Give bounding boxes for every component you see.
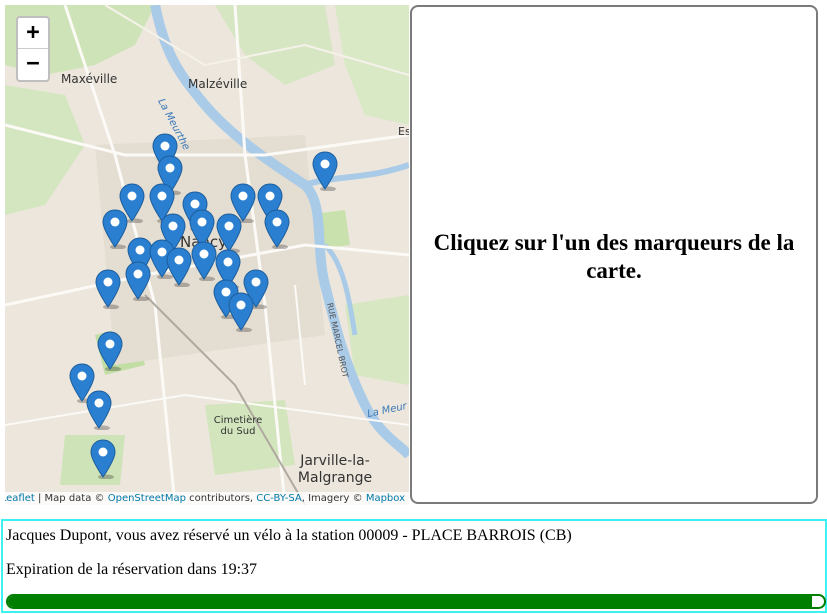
label-malzeville: Malzéville [188,77,248,91]
station-marker[interactable] [90,439,116,480]
station-marker[interactable] [125,261,151,302]
map[interactable]: Maxéville Malzéville La Meurthe Es Nancy… [5,5,409,505]
mapbox-link[interactable]: Mapbox [366,493,405,504]
station-marker[interactable] [216,213,242,254]
station-marker[interactable] [312,151,338,192]
reservation-progress-bar [6,594,826,609]
reservation-expiration: Expiration de la réservation dans 19:37 [6,561,258,578]
label-maxeville: Maxéville [61,72,118,86]
map-data-text: | Map data © [37,493,105,504]
station-info-panel: Cliquez sur l'un des marqueurs de la car… [410,5,818,504]
contributors-text: contributors, [189,493,254,504]
station-marker[interactable] [228,292,254,333]
zoom-control: + − [16,16,50,82]
station-marker[interactable] [95,269,121,310]
leaflet-link[interactable]: Leaflet [5,493,35,504]
station-marker[interactable] [102,209,128,250]
license-link[interactable]: CC-BY-SA [256,493,301,504]
station-marker[interactable] [166,247,192,288]
panel-instruction: Cliquez sur l'un des marqueurs de la car… [433,230,795,283]
map-attribution: Leaflet | Map data © OpenStreetMap contr… [5,492,409,505]
label-cimetiere-du-sud: Cimetière du Sud [213,415,263,437]
label-essey: Es [398,125,409,138]
station-marker[interactable] [97,331,123,372]
station-marker[interactable] [191,241,217,282]
label-jarville: Jarville-la-Malgrange [297,453,373,486]
osm-link[interactable]: OpenStreetMap [108,493,186,504]
reservation-message: Jacques Dupont, vous avez réservé un vél… [6,527,572,544]
zoom-out-button[interactable]: − [18,48,48,79]
station-marker[interactable] [86,390,112,431]
reservation-progress-fill [8,596,812,607]
imagery-text: , Imagery © [301,493,363,504]
station-marker[interactable] [264,209,290,250]
reservation-box: Jacques Dupont, vous avez réservé un vél… [1,519,827,613]
zoom-in-button[interactable]: + [18,18,48,48]
